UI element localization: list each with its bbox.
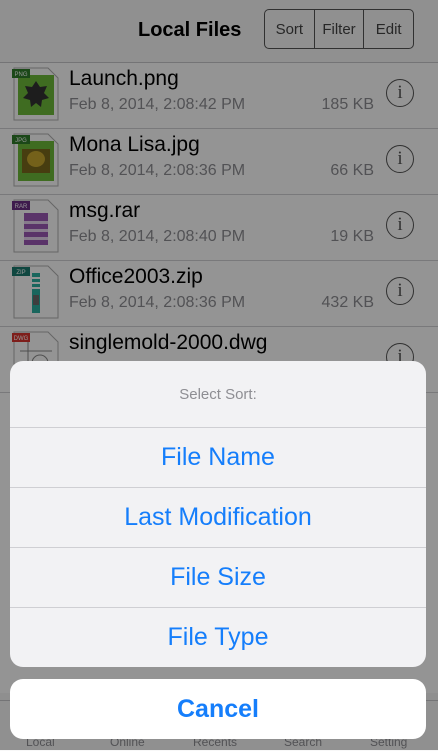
sort-by-file-size-button[interactable]: File Size — [10, 547, 426, 607]
screen: Local Files Sort Filter Edit PNG Launch.… — [0, 0, 438, 751]
sheet-title: Select Sort: — [179, 385, 257, 403]
sort-action-sheet: Select Sort: File Name Last Modification… — [10, 361, 426, 667]
cancel-button[interactable]: Cancel — [10, 679, 426, 739]
sort-by-last-modification-button[interactable]: Last Modification — [10, 487, 426, 547]
sort-by-file-name-button[interactable]: File Name — [10, 427, 426, 487]
sort-by-file-type-button[interactable]: File Type — [10, 607, 426, 667]
